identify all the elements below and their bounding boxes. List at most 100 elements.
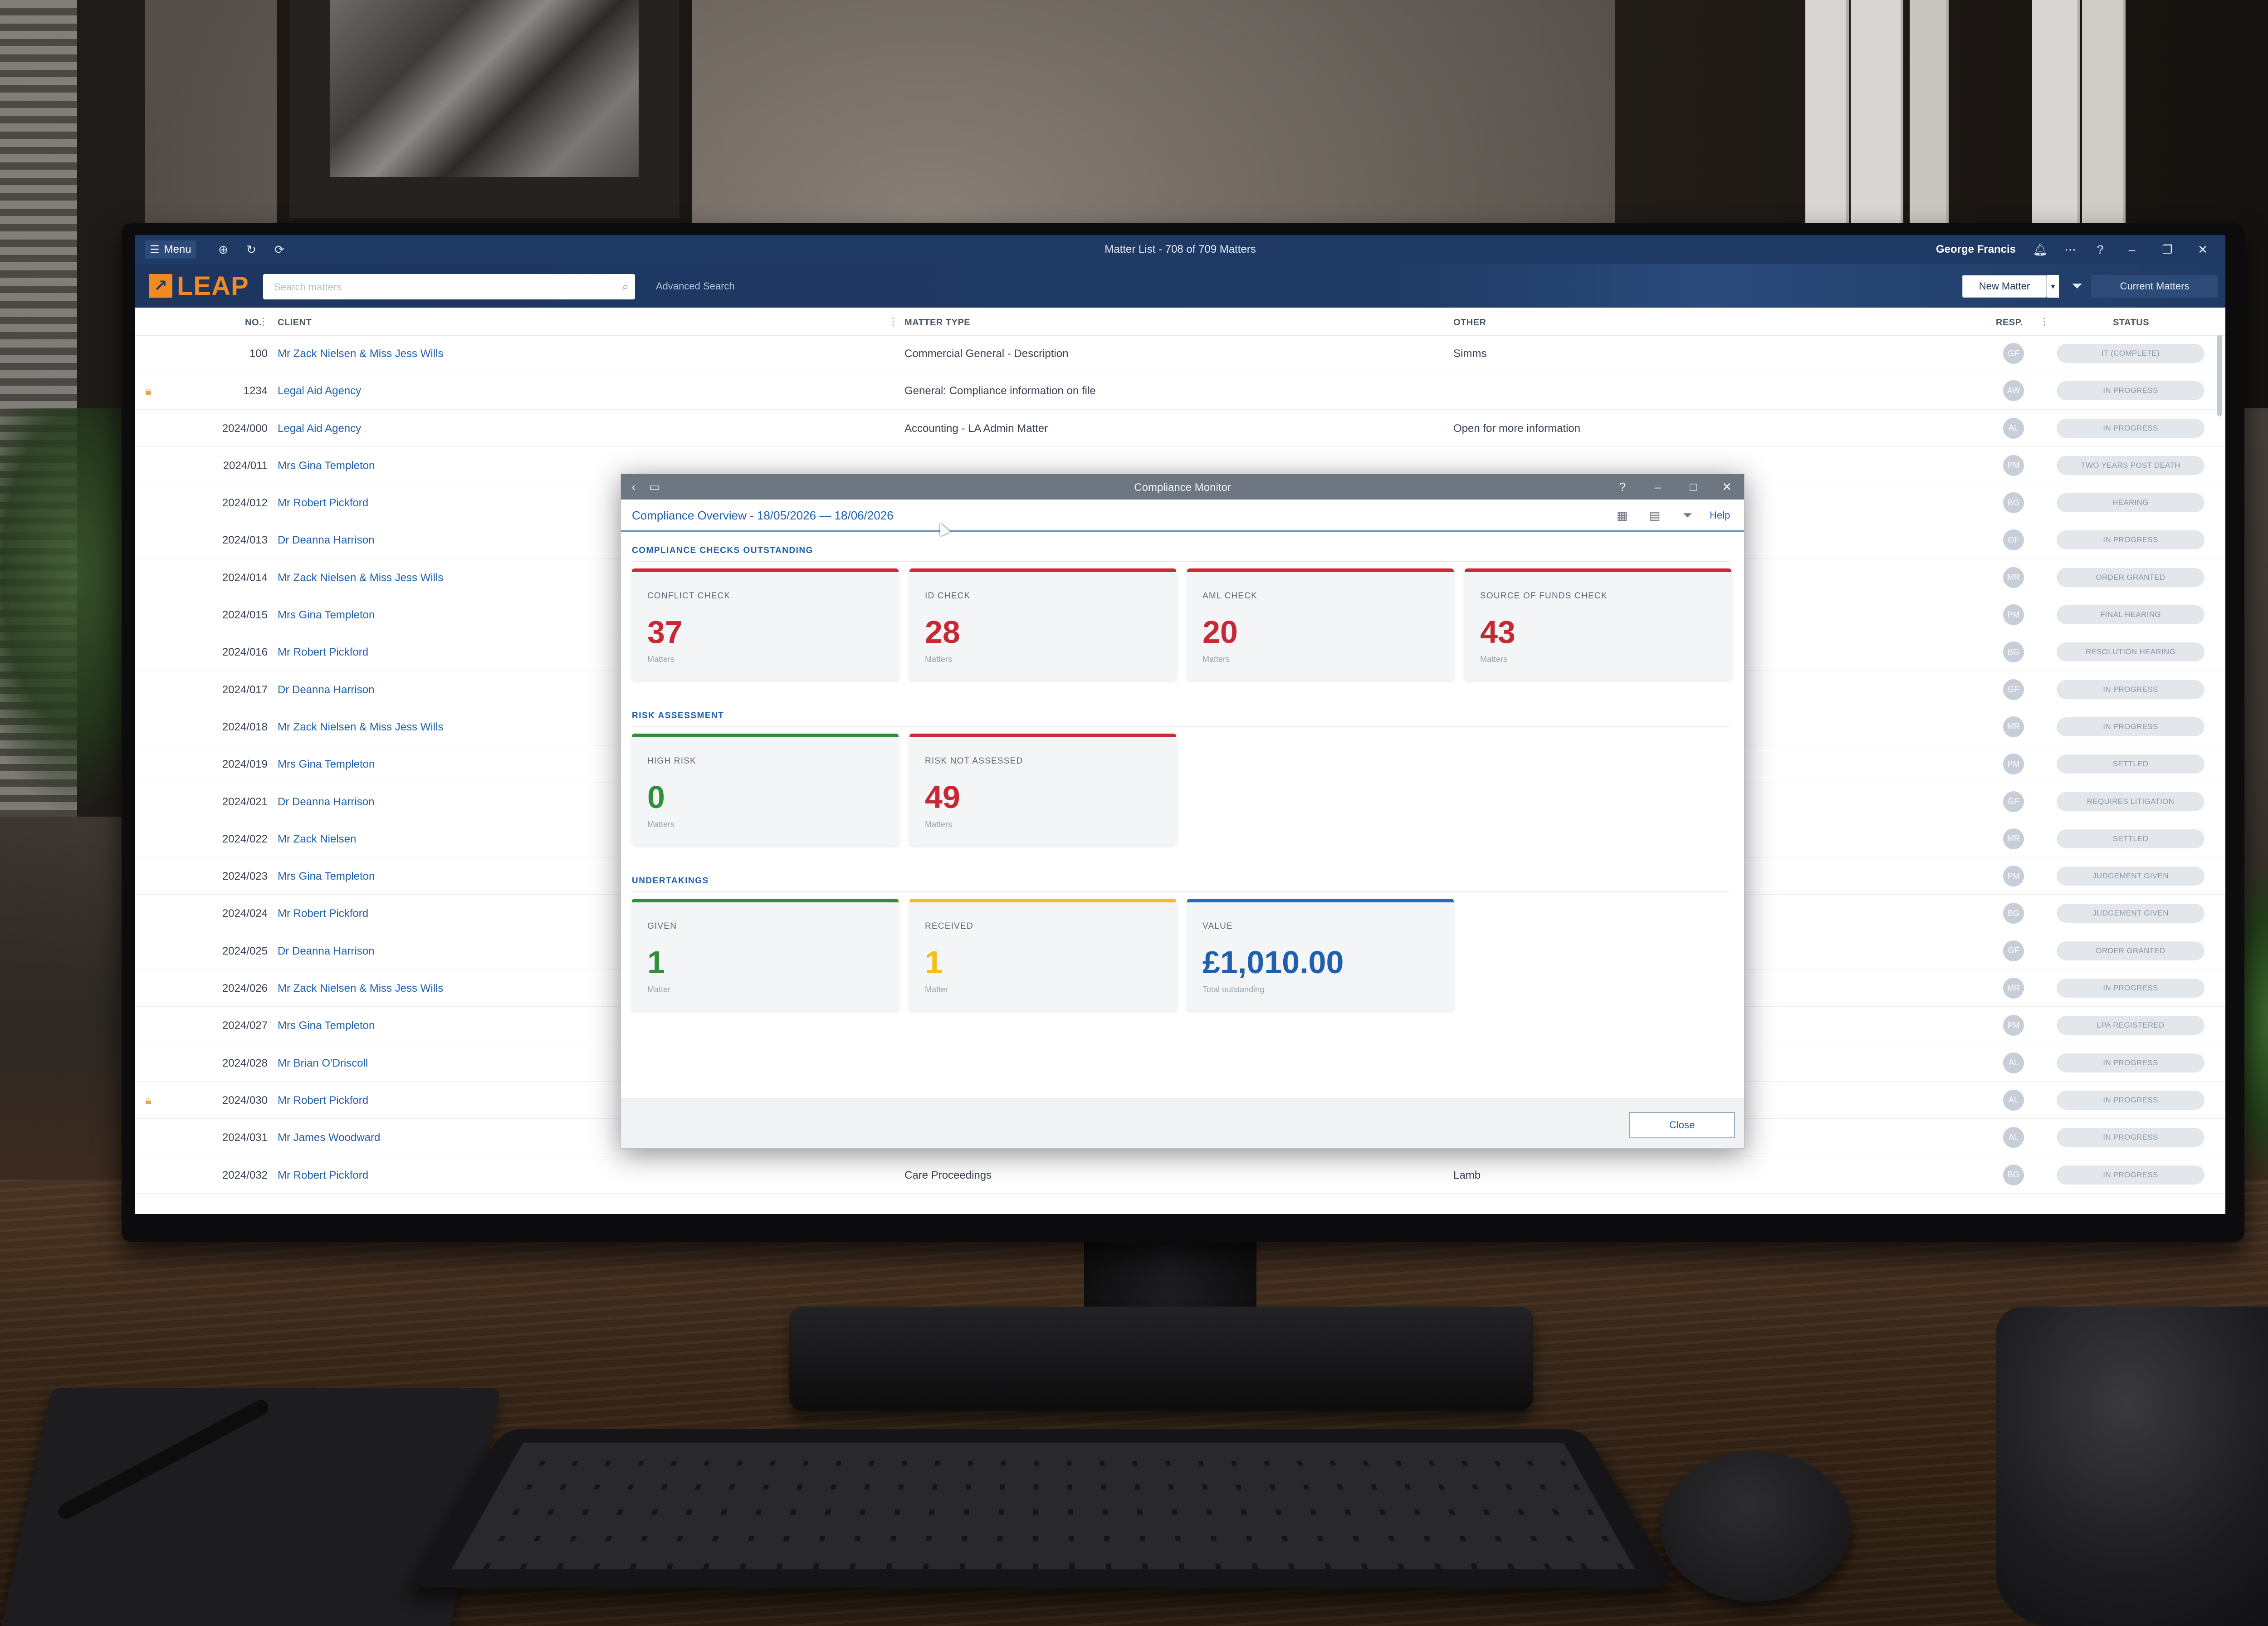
avatar[interactable]: BG bbox=[2003, 1164, 2024, 1185]
close-button[interactable]: Close bbox=[1629, 1112, 1735, 1138]
client-link[interactable]: Mr Zack Nielsen bbox=[278, 833, 356, 846]
column-resize-handle[interactable]: ⋮ bbox=[259, 316, 269, 328]
column-header-client[interactable]: CLIENT bbox=[278, 318, 312, 328]
client-link[interactable]: Legal Aid Agency bbox=[278, 422, 361, 435]
client-link[interactable]: Mr Robert Pickford bbox=[278, 646, 368, 659]
avatar[interactable]: GF bbox=[2003, 343, 2024, 364]
status-badge: IN PROGRESS bbox=[2057, 1128, 2204, 1147]
client-link[interactable]: Dr Deanna Harrison bbox=[278, 534, 374, 547]
client-link[interactable]: Mr Zack Nielsen & Miss Jess Wills bbox=[278, 721, 443, 734]
bell-icon[interactable]: 🔔︎ bbox=[2031, 240, 2049, 259]
minimize-icon[interactable]: – bbox=[1650, 479, 1666, 495]
search-icon[interactable]: ⌕ bbox=[622, 279, 629, 294]
avatar[interactable]: BG bbox=[2003, 492, 2024, 514]
avatar[interactable]: AL bbox=[2003, 1127, 2024, 1148]
metric-value: 49 bbox=[925, 779, 960, 815]
avatar[interactable]: AL bbox=[2003, 1089, 2024, 1111]
avatar[interactable]: GF bbox=[2003, 791, 2024, 812]
question-icon[interactable]: ? bbox=[2091, 240, 2109, 259]
metric-card[interactable]: GIVEN 1 Matter bbox=[632, 899, 899, 1010]
avatar[interactable]: GF bbox=[2003, 940, 2024, 961]
matter-number: 2024/014 bbox=[222, 571, 268, 584]
metric-card[interactable]: ID CHECK 28 Matters bbox=[909, 568, 1176, 680]
avatar[interactable]: MR bbox=[2003, 978, 2024, 999]
grid-icon[interactable]: ▦ bbox=[1614, 508, 1630, 523]
column-header-matter-type[interactable]: MATTER TYPE bbox=[904, 318, 970, 328]
avatar[interactable]: MR bbox=[2003, 567, 2024, 588]
matter-number: 1234 bbox=[243, 385, 268, 397]
client-link[interactable]: Mrs Gina Templeton bbox=[278, 609, 375, 622]
column-header-status[interactable]: STATUS bbox=[2113, 318, 2149, 328]
metric-card[interactable]: AML CHECK 20 Matters bbox=[1187, 568, 1454, 680]
client-link[interactable]: Mr Robert Pickford bbox=[278, 1094, 368, 1107]
avatar[interactable]: AL bbox=[2003, 1052, 2024, 1073]
avatar[interactable]: GF bbox=[2003, 529, 2024, 551]
column-header-resp[interactable]: RESP. bbox=[1996, 318, 2023, 328]
avatar[interactable]: BG bbox=[2003, 903, 2024, 924]
maximize-icon[interactable]: □ bbox=[1685, 479, 1701, 495]
client-link[interactable]: Mr Robert Pickford bbox=[278, 907, 368, 920]
table-row[interactable]: 100 Mr Zack Nielsen & Miss Jess Wills Comm… bbox=[135, 335, 2225, 372]
client-link[interactable]: Mr James Woodward bbox=[278, 1131, 380, 1144]
search-input[interactable]: Search matters ⌕ bbox=[263, 274, 635, 299]
column-resize-handle[interactable]: ⋮ bbox=[2039, 316, 2049, 328]
user-name[interactable]: George Francis bbox=[1936, 243, 2016, 256]
client-link[interactable]: Mrs Gina Templeton bbox=[278, 460, 375, 472]
avatar[interactable]: PM bbox=[2003, 604, 2024, 626]
client-link[interactable]: Mrs Gina Templeton bbox=[278, 870, 375, 883]
matter-other: Open for more information bbox=[1453, 422, 1581, 435]
close-icon[interactable]: ✕ bbox=[1719, 479, 1735, 495]
client-link[interactable]: Mr Robert Pickford bbox=[278, 1169, 368, 1182]
client-link[interactable]: Dr Deanna Harrison bbox=[278, 684, 374, 696]
table-row[interactable]: 🔒︎ 1234 Legal Aid Agency General: Complianc… bbox=[135, 372, 2225, 410]
advanced-search-link[interactable]: Advanced Search bbox=[656, 280, 735, 292]
chart-icon[interactable]: ▤ bbox=[1647, 508, 1662, 523]
avatar[interactable]: MR bbox=[2003, 716, 2024, 737]
metric-label: VALUE bbox=[1202, 921, 1233, 931]
chevron-down-icon[interactable]: ▾ bbox=[2047, 275, 2059, 298]
column-header-other[interactable]: OTHER bbox=[1453, 318, 1486, 328]
column-resize-handle[interactable]: ⋮ bbox=[888, 316, 898, 328]
metric-card[interactable]: CONFLICT CHECK 37 Matters bbox=[632, 568, 899, 680]
metric-card[interactable]: VALUE £1,010.00 Total outstanding bbox=[1187, 899, 1454, 1010]
avatar[interactable]: PM bbox=[2003, 866, 2024, 887]
minimize-icon[interactable]: – bbox=[2123, 240, 2141, 259]
metric-value: 0 bbox=[647, 779, 665, 815]
metric-card[interactable]: RECEIVED 1 Matter bbox=[909, 899, 1176, 1010]
client-link[interactable]: Dr Deanna Harrison bbox=[278, 945, 374, 958]
avatar[interactable]: MR bbox=[2003, 828, 2024, 849]
status-badge: IT (COMPLETE) bbox=[2057, 344, 2204, 363]
metric-card[interactable]: RISK NOT ASSESSED 49 Matters bbox=[909, 734, 1176, 845]
metric-card[interactable]: SOURCE OF FUNDS CHECK 43 Matters bbox=[1465, 568, 1731, 680]
client-link[interactable]: Dr Deanna Harrison bbox=[278, 796, 374, 808]
current-matters-dropdown[interactable]: Current Matters bbox=[2091, 275, 2218, 298]
table-row[interactable]: 2024/032 Mr Robert Pickford Care Proceedin… bbox=[135, 1156, 2225, 1194]
client-link[interactable]: Legal Aid Agency bbox=[278, 385, 361, 397]
avatar[interactable]: AL bbox=[2003, 417, 2024, 439]
client-link[interactable]: Mr Zack Nielsen & Miss Jess Wills bbox=[278, 348, 443, 360]
table-row[interactable]: 2024/000 Legal Aid Agency Accounting - LA … bbox=[135, 410, 2225, 447]
client-link[interactable]: Mr Zack Nielsen & Miss Jess Wills bbox=[278, 572, 443, 584]
metric-card[interactable]: HIGH RISK 0 Matters bbox=[632, 734, 899, 845]
avatar[interactable]: PM bbox=[2003, 455, 2024, 476]
matter-number: 2024/019 bbox=[222, 758, 268, 771]
more-icon[interactable]: ⋯ bbox=[2061, 240, 2079, 259]
avatar[interactable]: AW bbox=[2003, 380, 2024, 402]
scrollbar[interactable] bbox=[2217, 335, 2222, 416]
client-link[interactable]: Mrs Gina Templeton bbox=[278, 1019, 375, 1032]
client-link[interactable]: Mr Robert Pickford bbox=[278, 497, 368, 509]
restore-icon[interactable]: ❐ bbox=[2158, 240, 2176, 259]
filter-icon[interactable]: ⏷ bbox=[2066, 275, 2088, 298]
avatar[interactable]: PM bbox=[2003, 1015, 2024, 1036]
avatar[interactable]: PM bbox=[2003, 754, 2024, 775]
client-link[interactable]: Mr Brian O'Driscoll bbox=[278, 1057, 368, 1070]
question-icon[interactable]: ? bbox=[1614, 479, 1631, 495]
client-link[interactable]: Mrs Gina Templeton bbox=[278, 758, 375, 771]
avatar[interactable]: BG bbox=[2003, 642, 2024, 663]
avatar[interactable]: GF bbox=[2003, 679, 2024, 700]
filter-icon[interactable]: ⏷ bbox=[1680, 508, 1695, 523]
new-matter-button[interactable]: New Matter bbox=[1962, 275, 2047, 298]
close-icon[interactable]: ✕ bbox=[2194, 240, 2212, 259]
help-link[interactable]: Help bbox=[1710, 509, 1730, 521]
client-link[interactable]: Mr Zack Nielsen & Miss Jess Wills bbox=[278, 982, 443, 995]
